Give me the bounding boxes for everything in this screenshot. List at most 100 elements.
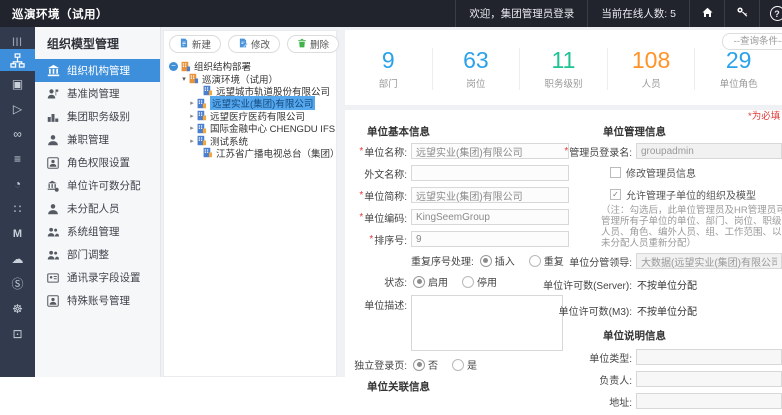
stat-job-levels: 11 职务级别 (519, 48, 607, 90)
independent-login-label: 独立登录页: (345, 357, 407, 372)
sidebar-item-special-account[interactable]: 特殊账号管理 (35, 289, 160, 312)
admin-login-label: *管理员登录名: (540, 144, 632, 159)
home-button[interactable] (689, 0, 724, 27)
collapsed-arrow-icon[interactable]: ▸ (188, 124, 196, 132)
license-m3-value: 不按单位分配 (637, 303, 697, 318)
menu-toggle-icon[interactable]: ||| (0, 33, 35, 49)
send-icon[interactable]: ▷ (0, 96, 35, 121)
address-label: 地址: (540, 394, 632, 409)
dup-insert-option[interactable]: 插入 (480, 253, 515, 268)
stat-label: 岗位 (433, 76, 520, 90)
sidebar-item-role-permission[interactable]: 角色权限设置 (35, 151, 160, 174)
sidebar-item-system-group[interactable]: 系统组管理 (35, 220, 160, 243)
cloud-icon[interactable]: ☁ (0, 246, 35, 271)
sidebar-item-base-post[interactable]: 基准岗管理 (35, 82, 160, 105)
online-count: 当前在线人数: 5 (587, 0, 689, 27)
admin-login-input[interactable] (636, 143, 782, 159)
tree-node-label: 江苏省广播电视总台（集团） (216, 146, 340, 160)
stat-departments: 9 部门 (345, 48, 432, 90)
modify-admin-checkbox[interactable]: 修改管理员信息 (610, 165, 782, 180)
help-icon: ? (770, 6, 782, 21)
icon-rail: ||| ▣ ▷ ∞ ≡ ◔ ∷ M ☁ Ⓢ ☸ ⊡ (0, 27, 35, 377)
sidebar-item-dept-adjust[interactable]: 部门调整 (35, 243, 160, 266)
new-doc-icon (179, 38, 189, 51)
unit-type-input[interactable] (636, 349, 782, 365)
tree-node-company[interactable]: ▸ 远望医疗医药有限公司 (168, 110, 334, 122)
collapsed-arrow-icon[interactable]: ▸ (188, 112, 196, 120)
apps-icon[interactable]: ∷ (0, 196, 35, 221)
stat-people: 108 人员 (607, 48, 695, 90)
indep-yes-option[interactable]: 是 (452, 357, 477, 372)
app-title: 巡演环境（试用） (12, 6, 108, 22)
gear-icon[interactable]: ☸ (0, 296, 35, 321)
stat-label: 单位角色 (695, 76, 782, 90)
org-unit-icon (202, 147, 213, 158)
monitor-icon[interactable]: ⊡ (0, 321, 35, 346)
status-disabled-option[interactable]: 停用 (462, 274, 497, 289)
stat-label: 职务级别 (520, 76, 607, 90)
sidebar-item-job-level[interactable]: 集团职务级别 (35, 105, 160, 128)
address-input[interactable] (636, 393, 782, 409)
sidebar-item-unassigned[interactable]: 未分配人员 (35, 197, 160, 220)
stat-value: 29 (695, 48, 782, 72)
frame-person-icon (47, 156, 60, 169)
help-button[interactable]: ? (759, 0, 782, 27)
sidebar-item-label: 未分配人员 (67, 201, 120, 216)
sidebar-item-label: 系统组管理 (67, 224, 120, 239)
unit-short-name-label: *单位简称: (345, 188, 407, 203)
frame-person-icon (47, 294, 60, 307)
people-icon (47, 225, 60, 238)
person-icon (47, 202, 60, 215)
sidebar-item-part-time[interactable]: 兼职管理 (35, 128, 160, 151)
stat-label: 人员 (608, 76, 695, 90)
password-button[interactable] (724, 0, 759, 27)
owner-input[interactable] (636, 371, 782, 387)
org-structure-icon[interactable] (0, 49, 35, 71)
sidebar-item-contact-fields[interactable]: 通讯录字段设置 (35, 266, 160, 289)
delete-button[interactable]: 删除 (287, 35, 339, 53)
checkbox-checked-icon: ✓ (610, 189, 621, 200)
tree-node-company[interactable]: 江苏省广播电视总台（集团） (168, 147, 334, 159)
m-logo-icon[interactable]: M (0, 221, 35, 246)
database-icon[interactable]: ≡ (0, 146, 35, 171)
stat-value: 108 (608, 48, 695, 72)
topbar-right: 欢迎，集团管理员登录 当前在线人数: 5 ? (455, 0, 782, 27)
tree-node-company[interactable]: ▸ 测试系统 (168, 134, 334, 146)
edit-button[interactable]: 修改 (228, 35, 280, 53)
org-tree: − 组织结构部署 ▾ 巡演环境（试用） 远望城市轨道股份有限公司 ▸ 远望实业(… (164, 56, 336, 159)
tree-node-root[interactable]: − 组织结构部署 (168, 60, 334, 72)
tree-node-company-selected[interactable]: ▸ 远望实业(集团)有限公司 (168, 97, 334, 109)
collapse-icon[interactable]: − (169, 62, 178, 71)
edit-button-label: 修改 (251, 37, 270, 51)
s-logo-icon[interactable]: Ⓢ (0, 271, 35, 296)
org-tree-panel: 新建 修改 删除 − 组织结构部署 ▾ 巡演环境（试用） 远望城市轨道股份有限公… (163, 30, 337, 377)
new-button[interactable]: 新建 (169, 35, 221, 53)
status-enabled-option[interactable]: 启用 (413, 274, 448, 289)
section-title-info: 单位说明信息 (603, 328, 782, 343)
sidebar-item-org-management[interactable]: 组织机构管理 (35, 59, 160, 82)
collapsed-arrow-icon[interactable]: ▸ (188, 137, 196, 145)
sidebar-item-label: 特殊账号管理 (67, 293, 130, 308)
query-conditions-button[interactable]: --查询条件-- (722, 33, 782, 50)
stat-posts: 63 岗位 (432, 48, 520, 90)
indep-no-option[interactable]: 否 (413, 357, 438, 372)
leader-input[interactable] (636, 253, 782, 269)
new-button-label: 新建 (192, 37, 211, 51)
sidebar-item-license-allocation[interactable]: 单位许可数分配 (35, 174, 160, 197)
allow-manage-sub-checkbox[interactable]: ✓ 允许管理子单位的组织及模型 (610, 187, 782, 202)
expanded-arrow-icon[interactable]: ▾ (180, 75, 188, 83)
key-icon (736, 6, 749, 22)
unit-admin-info-form: 单位管理信息 *管理员登录名: 修改管理员信息 ✓ 允许管理子单位的组织及模型 … (540, 120, 782, 415)
org-unit-icon (196, 98, 207, 109)
tree-node-company[interactable]: ▸ 国际金融中心 CHENGDU IFS (168, 122, 334, 134)
link-icon[interactable]: ∞ (0, 121, 35, 146)
tree-node-company[interactable]: 远望城市轨道股份有限公司 (168, 85, 334, 97)
collapsed-arrow-icon[interactable]: ▸ (188, 99, 196, 107)
window-icon[interactable]: ▣ (0, 71, 35, 96)
contact-card-icon (47, 271, 60, 284)
tree-node-env[interactable]: ▾ 巡演环境（试用） (168, 72, 334, 84)
required-asterisk: * (359, 190, 363, 201)
palette-icon[interactable]: ◔ (0, 171, 35, 196)
stats-row: 9 部门 63 岗位 11 职务级别 108 人员 29 单位角色 (345, 48, 782, 90)
radio-off-icon (529, 255, 541, 267)
